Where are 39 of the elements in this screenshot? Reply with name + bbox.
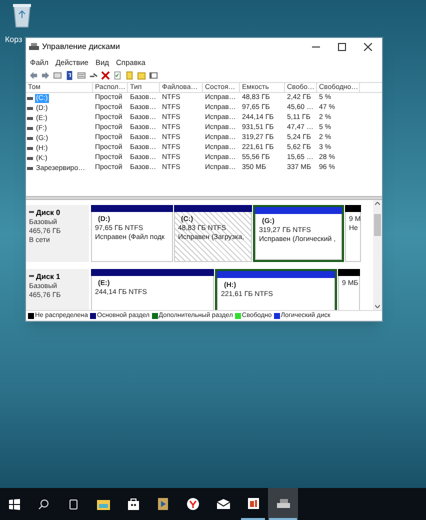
scroll-down-icon[interactable] — [375, 305, 380, 308]
list-view-icon[interactable] — [77, 71, 86, 80]
partition-bar — [345, 205, 361, 212]
window-title: Управление дисками — [42, 41, 121, 53]
scrollbar-thumb[interactable] — [374, 214, 381, 236]
browser-icon[interactable] — [187, 498, 199, 510]
shopping-bag-icon[interactable] — [128, 498, 138, 510]
search-icon[interactable] — [38, 498, 48, 510]
close-icon[interactable] — [364, 43, 372, 51]
disk-drive-icon[interactable] — [276, 498, 290, 508]
volume-icon — [27, 146, 33, 150]
task-view-icon[interactable] — [68, 498, 78, 510]
scroll-up-icon[interactable] — [375, 202, 380, 205]
volume-icon — [27, 116, 33, 120]
partition-bar — [338, 269, 360, 276]
window-icon[interactable] — [149, 71, 158, 80]
folder-icon[interactable] — [96, 498, 110, 510]
volume-icon — [27, 106, 33, 110]
desktop-icon-label: Корз — [5, 34, 22, 46]
volume-icon — [27, 126, 33, 130]
back-arrow-icon[interactable] — [29, 71, 38, 80]
office-app-icon[interactable] — [248, 498, 258, 508]
volume-icon — [27, 156, 33, 160]
maximize-icon[interactable] — [338, 43, 346, 51]
volume-icon — [27, 136, 33, 140]
recycle-bin-icon[interactable] — [12, 2, 32, 28]
disk-drive-icon — [29, 43, 39, 51]
media-player-icon[interactable] — [158, 498, 168, 510]
delete-icon[interactable] — [101, 71, 110, 80]
help-icon[interactable] — [65, 71, 74, 80]
mail-icon[interactable] — [216, 499, 230, 509]
checklist-icon[interactable] — [113, 71, 122, 80]
forward-arrow-icon[interactable] — [41, 71, 50, 80]
windows-logo-icon[interactable] — [8, 498, 20, 510]
volume-icon — [27, 96, 33, 100]
document-icon[interactable] — [125, 71, 134, 80]
volume-icon — [27, 166, 33, 170]
properties-icon[interactable] — [53, 71, 62, 80]
scrollbar[interactable] — [373, 200, 382, 310]
